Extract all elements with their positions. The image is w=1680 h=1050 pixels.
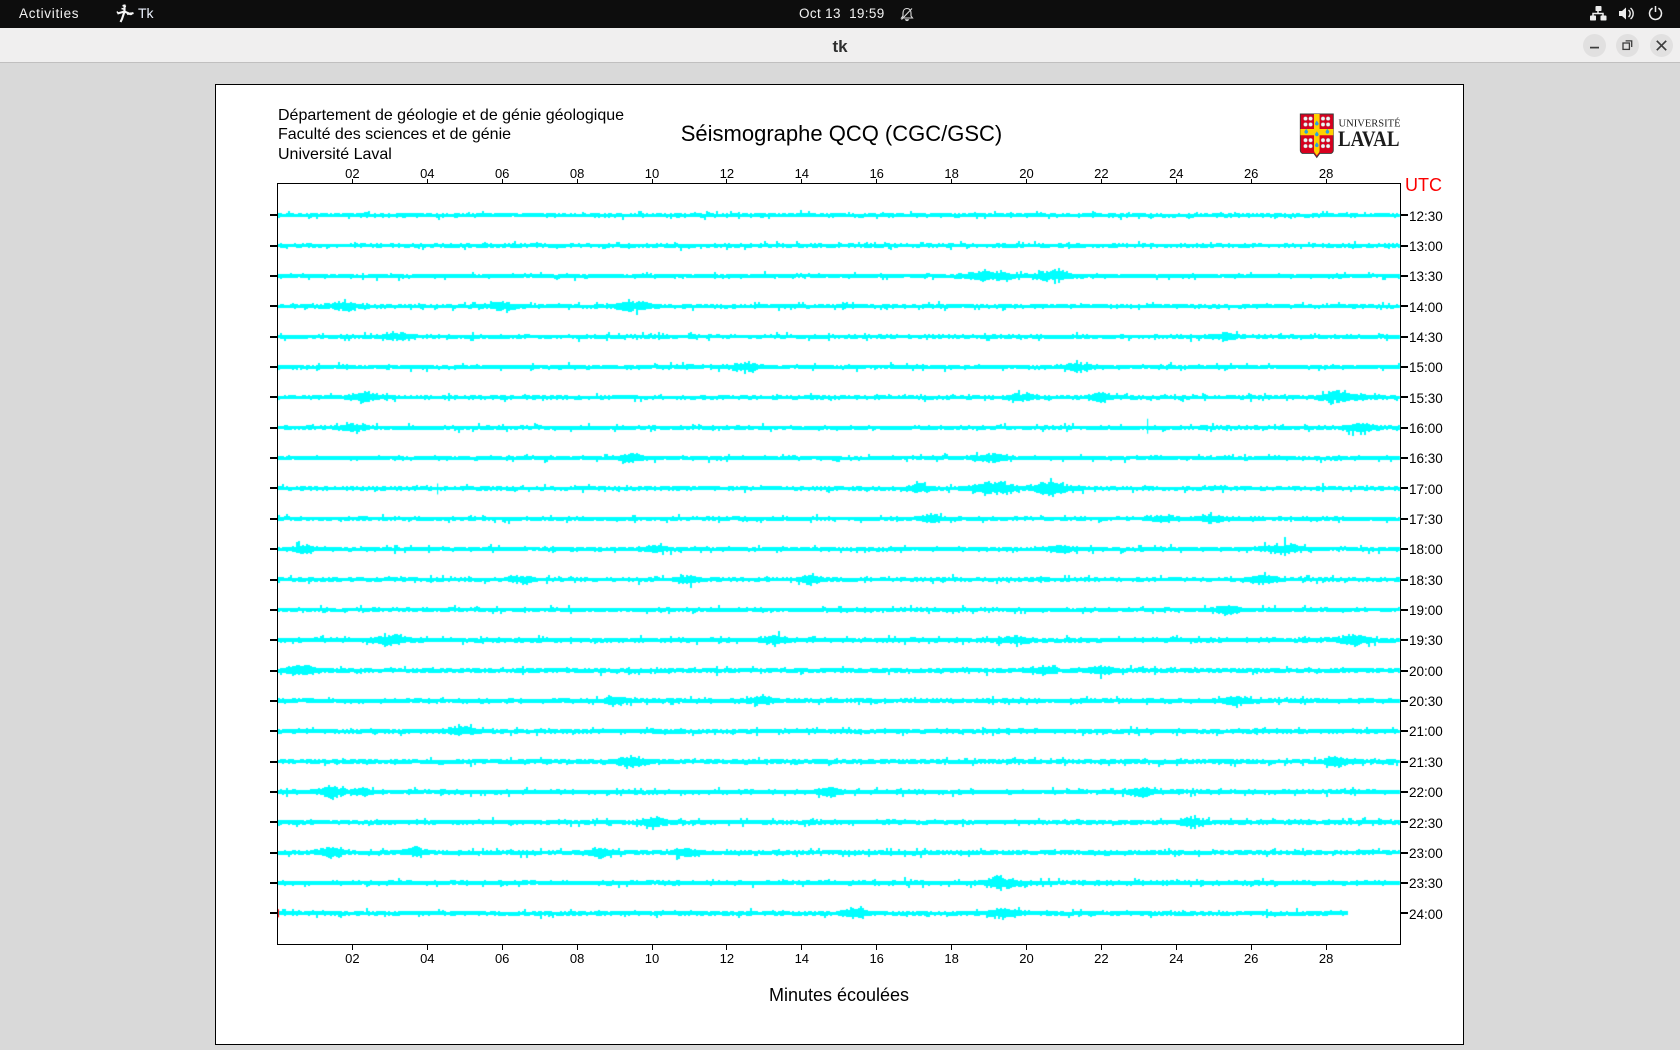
- svg-text:LAVAL: LAVAL: [1338, 126, 1400, 151]
